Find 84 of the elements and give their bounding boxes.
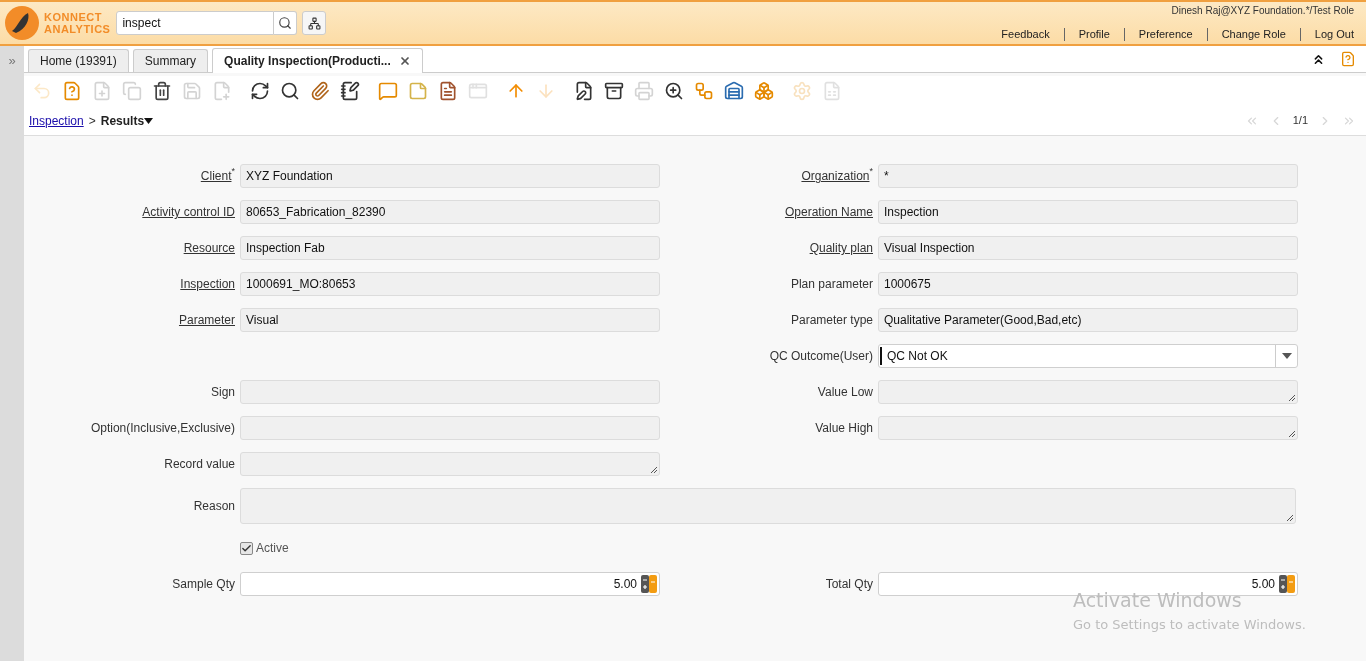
- field-label: Plan parameter: [790, 276, 873, 293]
- chat-icon[interactable]: [378, 81, 398, 101]
- brand-text: ANALYTICS: [44, 23, 111, 35]
- header-link[interactable]: Preference: [1138, 26, 1193, 43]
- header-link[interactable]: Change Role: [1221, 26, 1286, 43]
- field-label: Total Qty: [825, 576, 873, 593]
- dropdown-field[interactable]: QC Not OK: [878, 344, 1298, 368]
- input-field[interactable]: Visual Inspection: [878, 236, 1298, 260]
- field-label: Value Low: [817, 384, 873, 401]
- field-label[interactable]: Inspection: [180, 275, 235, 293]
- paperclip-icon[interactable]: [310, 81, 330, 101]
- help-document-icon[interactable]: [1340, 51, 1356, 67]
- note-pencil-icon[interactable]: [340, 81, 360, 101]
- brand-text: KONNECT: [44, 11, 103, 23]
- input-field[interactable]: *: [878, 164, 1298, 188]
- search-button[interactable]: [274, 11, 298, 35]
- breadcrumb-separator: >: [88, 112, 96, 130]
- tab[interactable]: Quality Inspection(Producti...: [212, 48, 423, 73]
- input-field[interactable]: [240, 416, 660, 440]
- user-info: Dinesh Raj@XYZ Foundation.*/Test Role: [1171, 4, 1354, 19]
- header-link[interactable]: Feedback: [1001, 26, 1050, 43]
- input-field[interactable]: [240, 380, 660, 404]
- resize-grip-icon[interactable]: [1288, 394, 1296, 402]
- hierarchy-icon: [307, 16, 321, 30]
- edit-document-icon[interactable]: [574, 81, 594, 101]
- tree-button[interactable]: [302, 11, 327, 35]
- resize-grip-icon[interactable]: [1288, 430, 1296, 438]
- page-indicator: 1/1: [1292, 113, 1308, 129]
- input-field[interactable]: 1000691_MO:80653: [240, 272, 660, 296]
- tab[interactable]: Summary: [132, 49, 209, 72]
- activation-message: Go to Settings to activate Windows.: [1073, 615, 1306, 634]
- zoom-icon[interactable]: [664, 81, 684, 101]
- input-field[interactable]: Qualitative Parameter(Good,Bad,etc): [878, 308, 1298, 332]
- breadcrumb-current[interactable]: Results: [100, 111, 145, 130]
- field-label[interactable]: Resource: [183, 239, 235, 257]
- resize-grip-icon[interactable]: [1286, 514, 1294, 522]
- field-label[interactable]: Quality plan: [809, 239, 873, 257]
- field-label: QC Outcome(User): [769, 348, 873, 365]
- report-icon[interactable]: [438, 81, 458, 101]
- tab[interactable]: Home (19391): [28, 49, 129, 72]
- calculator-icon[interactable]: [641, 575, 657, 593]
- input-field[interactable]: 1000675: [878, 272, 1298, 296]
- field-label: Value High: [815, 420, 873, 437]
- warehouse-icon[interactable]: [724, 81, 744, 101]
- input-field[interactable]: Inspection: [878, 200, 1298, 224]
- archive-icon[interactable]: [604, 81, 624, 101]
- field-label[interactable]: Organization: [801, 167, 870, 185]
- help-document-icon[interactable]: [62, 81, 82, 101]
- header-link[interactable]: Profile: [1078, 26, 1110, 43]
- input-field[interactable]: Inspection Fab: [240, 236, 660, 260]
- sticky-note-icon[interactable]: [408, 81, 428, 101]
- search-field[interactable]: inspect: [116, 11, 275, 35]
- header-link[interactable]: Log Out: [1314, 26, 1354, 43]
- required-mark: *: [869, 167, 873, 176]
- caret-icon[interactable]: [144, 117, 154, 124]
- trash-icon[interactable]: [152, 81, 172, 101]
- field-label[interactable]: Activity control ID: [142, 203, 235, 221]
- input-field[interactable]: XYZ Foundation: [240, 164, 660, 188]
- checkbox[interactable]: [240, 541, 253, 555]
- workflow-icon[interactable]: [694, 81, 714, 101]
- search-icon[interactable]: [280, 81, 300, 101]
- field-label: Sample Qty: [172, 576, 235, 593]
- close-icon[interactable]: [398, 55, 411, 67]
- refresh-icon[interactable]: [250, 81, 270, 101]
- breadcrumb-link[interactable]: Inspection: [29, 111, 84, 130]
- field-label: Parameter type: [790, 312, 873, 329]
- field-label: Reason: [193, 498, 235, 515]
- input-field[interactable]: 80653_Fabrication_82390: [240, 200, 660, 224]
- calculator-icon[interactable]: [1279, 575, 1295, 593]
- logo-icon: [4, 5, 40, 41]
- field-label: Sign: [210, 384, 235, 401]
- resize-grip-icon[interactable]: [650, 466, 658, 474]
- field-label[interactable]: Parameter: [178, 311, 235, 329]
- field-label: Option(Inclusive,Exclusive): [90, 420, 235, 437]
- boxes-icon[interactable]: [754, 81, 774, 101]
- field-label[interactable]: Client: [200, 167, 232, 185]
- field-label: Record value: [164, 456, 235, 473]
- field-label[interactable]: Operation Name: [784, 203, 873, 221]
- number-field[interactable]: 5.00: [240, 572, 660, 596]
- checkbox-label: Active: [256, 540, 289, 557]
- caret-icon: [1281, 353, 1292, 359]
- required-mark: *: [231, 167, 235, 176]
- search-icon: [278, 16, 293, 30]
- input-field[interactable]: Visual: [240, 308, 660, 332]
